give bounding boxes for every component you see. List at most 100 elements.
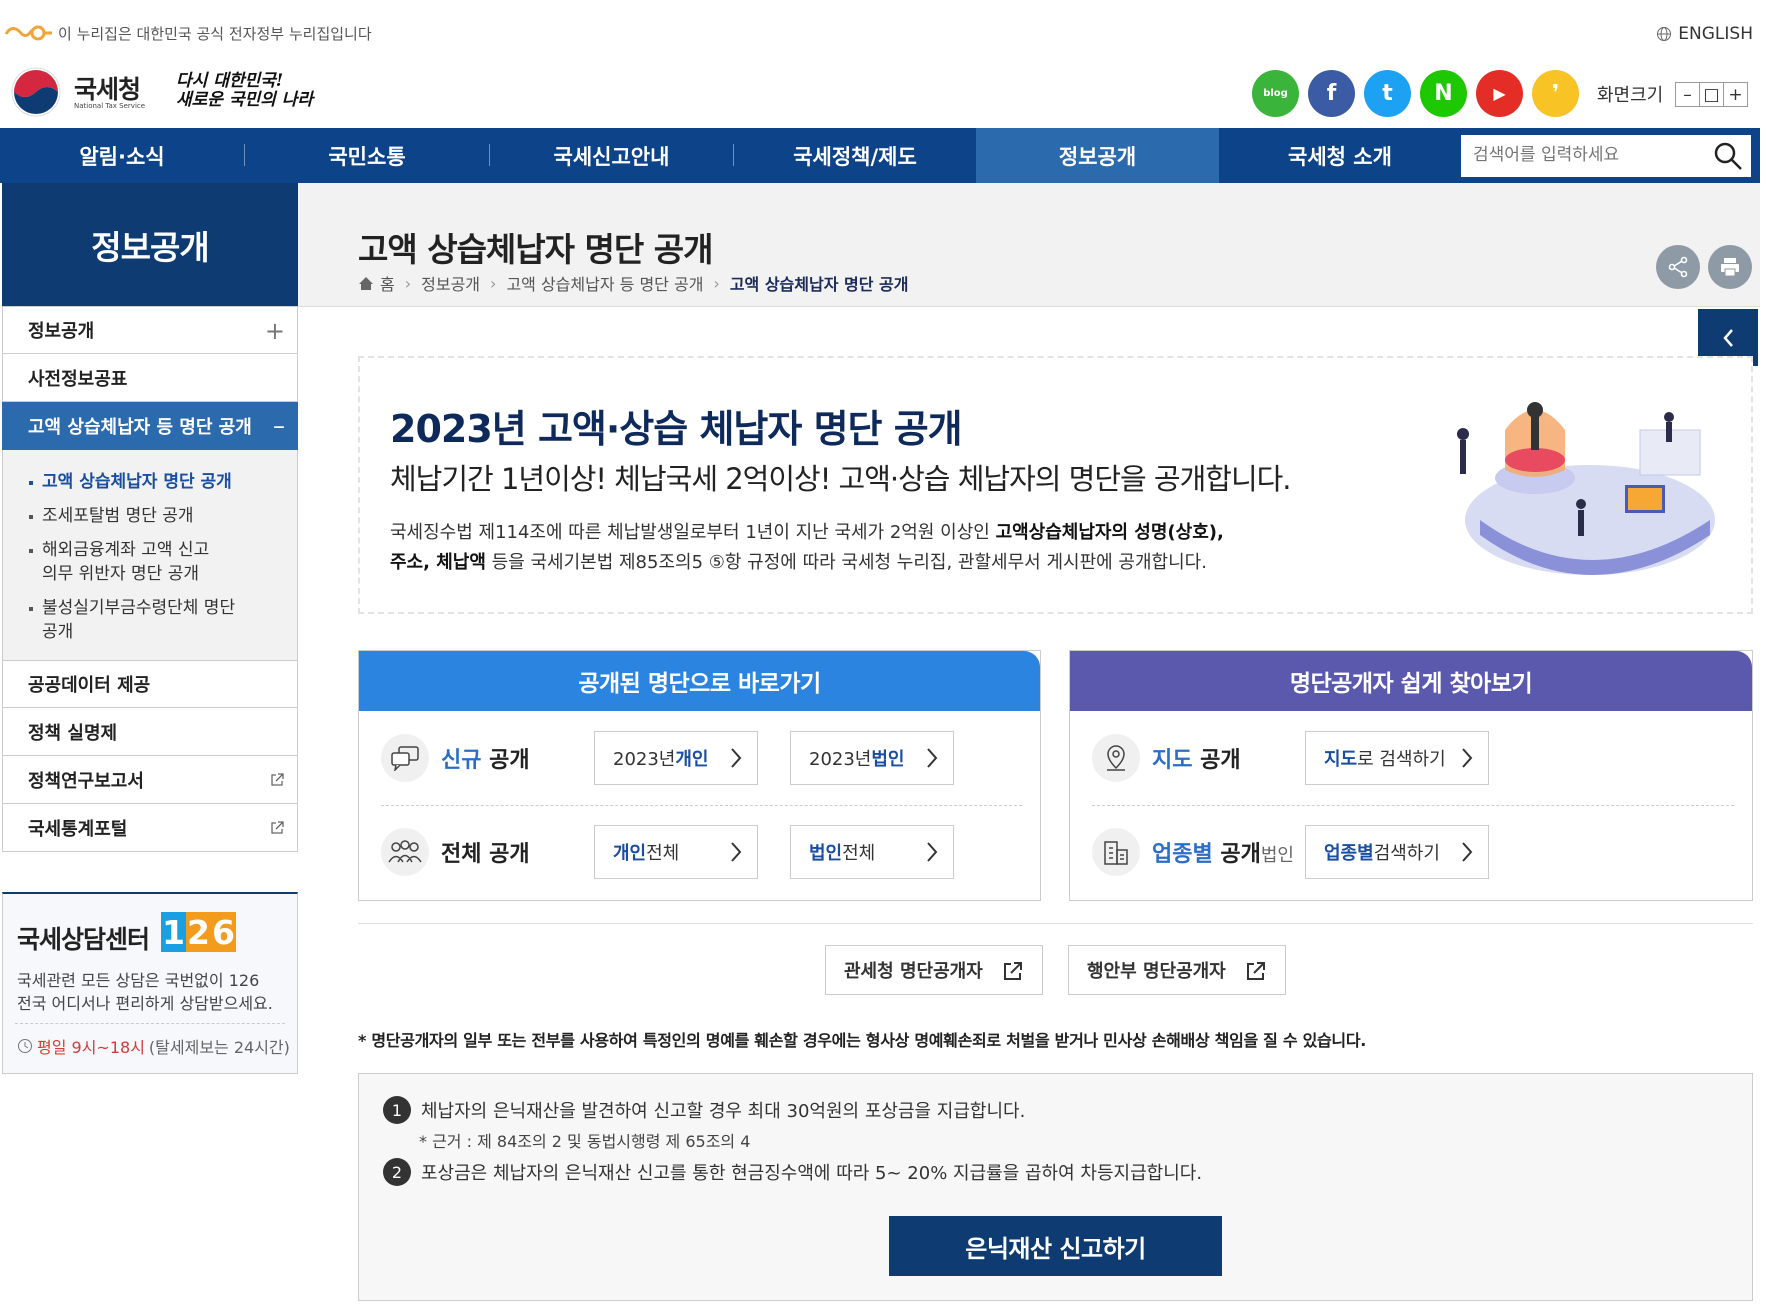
mois-list-link[interactable]: 행안부 명단공개자 <box>1068 945 1286 995</box>
page-title: 고액 상습체납자 명단 공개 <box>358 230 713 269</box>
btn-text: 2023년 <box>809 749 872 770</box>
lnb-item-pre-disclosure[interactable]: 사전정보공표 <box>2 354 298 402</box>
naver-post-icon[interactable]: N <box>1420 70 1467 117</box>
all-individual-button[interactable]: 개인 전체 <box>594 825 758 879</box>
gnb-tax-policy[interactable]: 국세정책/제도 <box>734 128 976 183</box>
page-header: 고액 상습체납자 명단 공개 홈 › 정보공개 › 고액 상습체납자 등 명단 … <box>298 183 1767 307</box>
lnb-item-label: 정책연구보고서 <box>28 770 144 792</box>
lnb-sub-donation-org[interactable]: 불성실기부금수령단체 명단 공개 <box>29 596 297 644</box>
disclosure-banner: 2023년 고액·상습 체납자 명단 공개 체납기간 1년이상! 체납국세 2억… <box>358 356 1753 614</box>
gnb-communication[interactable]: 국민소통 <box>245 128 489 183</box>
gnb-tax-filing[interactable]: 국세신고안내 <box>490 128 733 183</box>
reward-item-2-text: 포상금은 체납자의 은닉재산 신고를 통한 현금징수액에 따라 5~ 20% 지… <box>421 1163 1203 1184</box>
report-hidden-assets-button[interactable]: 은닉재산 신고하기 <box>889 1216 1222 1276</box>
easy-search-header: 명단공개자 쉽게 찾아보기 <box>1070 651 1752 711</box>
number-badge: 2 <box>383 1158 411 1186</box>
reward-box: 1 체납자의 은닉재산을 발견하여 신고할 경우 최대 30억원의 포상금을 지… <box>358 1073 1753 1301</box>
lnb-sub-overseas-account[interactable]: 해외금융계좌 고액 신고 의무 위반자 명단 공개 <box>29 538 297 586</box>
zoom-in-button[interactable]: + <box>1723 82 1748 107</box>
new-individual-button[interactable]: 2023년 개인 <box>594 731 758 785</box>
quick-list-header: 공개된 명단으로 바로가기 <box>359 651 1040 711</box>
youtube-icon[interactable]: ▶ <box>1476 70 1523 117</box>
kakao-story-icon[interactable]: ❜ <box>1532 70 1579 117</box>
print-button[interactable] <box>1708 245 1752 289</box>
lnb-sub-tax-evasion[interactable]: 조세포탈범 명단 공개 <box>29 504 297 528</box>
gnb-about-nts[interactable]: 국세청 소개 <box>1219 128 1461 183</box>
external-link-icon <box>271 821 284 834</box>
banner-subtitle: 체납기간 1년이상! 체납국세 2억이상! 고액·상습 체납자의 명단을 공개합… <box>390 462 1292 496</box>
industry-search-button[interactable]: 업종별 검색하기 <box>1305 825 1489 879</box>
share-icon <box>1668 256 1688 278</box>
number-badge: 1 <box>383 1096 411 1124</box>
lnb-item-label: 공공데이터 제공 <box>28 675 151 696</box>
chevron-right-icon: › <box>404 273 412 293</box>
lnb-item-label: 고액 상습체납자 등 명단 공개 <box>28 416 252 438</box>
breadcrumb-home[interactable]: 홈 <box>380 271 395 295</box>
screen-size-label: 화면크기 <box>1597 85 1664 106</box>
reward-item-1: 1 체납자의 은닉재산을 발견하여 신고할 경우 최대 30억원의 포상금을 지… <box>383 1096 1025 1124</box>
btn-text-bold: 개인 <box>675 749 709 770</box>
blog-icon[interactable]: blog <box>1252 70 1299 117</box>
speech-bubble-icon <box>381 734 429 782</box>
gov-notice: 이 누리집은 대한민국 공식 전자정부 누리집입니다 <box>58 25 372 43</box>
twitter-icon[interactable]: t <box>1364 70 1411 117</box>
nts-logo-icon[interactable] <box>8 64 64 120</box>
map-search-button[interactable]: 지도 로 검색하기 <box>1305 731 1489 785</box>
chevron-right-icon <box>927 748 938 768</box>
counsel-center[interactable]: 국세상담센터 1 2 6 국세관련 모든 상담은 국번없이 126 전국 어디서… <box>2 892 298 1074</box>
alarm-illustration-icon <box>1457 402 1715 575</box>
gnb-notice[interactable]: 알림·소식 <box>0 128 244 183</box>
new-disclosure-label: 신규 공개 <box>441 748 530 773</box>
gov-strip: 이 누리집은 대한민국 공식 전자정부 누리집입니다 ENGLISH <box>0 0 1767 64</box>
all-disclosure-label: 전체 공개 <box>441 842 530 867</box>
home-icon[interactable] <box>358 276 374 291</box>
banner-desc-2a: 주소, 체납액 <box>390 552 486 573</box>
chevron-right-icon: › <box>490 273 497 293</box>
industry-disclosure-label: 업종별 공개법인 <box>1152 842 1294 867</box>
breadcrumb-item[interactable]: 고액 상습체납자 등 명단 공개 <box>506 271 703 295</box>
logo-sub: National Tax Service <box>74 102 146 110</box>
banner-desc-1b: 고액상습체납자의 성명(상호), <box>995 522 1224 543</box>
english-link[interactable]: ENGLISH <box>1656 24 1753 44</box>
lnb-item-info-disclosure[interactable]: 정보공개 + <box>2 306 298 354</box>
chevron-right-icon <box>1462 748 1473 768</box>
search-box <box>1461 135 1751 177</box>
english-label: ENGLISH <box>1678 24 1753 44</box>
zoom-reset-button[interactable]: □ <box>1699 82 1724 107</box>
breadcrumb-item[interactable]: 정보공개 <box>421 271 480 295</box>
facebook-icon[interactable]: f <box>1308 70 1355 117</box>
plus-icon: + <box>264 317 285 345</box>
lnb-item-delinquent-list[interactable]: 고액 상습체납자 등 명단 공개 – <box>2 402 298 450</box>
lnb-sub-delinquent[interactable]: 고액 상습체납자 명단 공개 <box>29 470 297 494</box>
btn-text-bold: 법인 <box>871 749 905 770</box>
globe-icon <box>1657 27 1672 41</box>
slogan-line-1: 다시 대한민국! <box>176 71 284 91</box>
lnb-item-research-report[interactable]: 정책연구보고서 <box>2 756 298 804</box>
counsel-desc-2: 전국 어디서나 편리하게 상담받으세요. <box>17 994 273 1013</box>
customs-list-link[interactable]: 관세청 명단공개자 <box>825 945 1043 995</box>
lnb-item-policy-name[interactable]: 정책 실명제 <box>2 708 298 756</box>
counsel-divider <box>15 1023 285 1024</box>
lnb-item-stats-portal[interactable]: 국세통계포털 <box>2 804 298 852</box>
banner-title: 2023년 고액·상습 체납자 명단 공개 <box>390 407 963 451</box>
btn-text: 2023년 <box>613 749 676 770</box>
screen-size-controls: – □ + <box>1675 82 1748 107</box>
new-corporate-button[interactable]: 2023년 법인 <box>790 731 954 785</box>
zoom-out-button[interactable]: – <box>1675 82 1700 107</box>
search-icon[interactable] <box>1713 141 1743 171</box>
btn-text: 전체 <box>646 843 680 864</box>
section-divider <box>358 923 1753 924</box>
search-input[interactable] <box>1461 135 1691 175</box>
counsel-hours-weekday: 평일 9시~18시 <box>37 1038 145 1057</box>
gnb-info-disclosure[interactable]: 정보공개 <box>976 128 1219 183</box>
all-disclosure-row: 전체 공개 <box>381 817 530 887</box>
share-button[interactable] <box>1656 245 1700 289</box>
counsel-hours-rest: (탈세제보는 24시간) <box>148 1038 290 1057</box>
map-disclosure-label: 지도 공개 <box>1152 748 1241 773</box>
lnb-item-public-data[interactable]: 공공데이터 제공 <box>2 660 298 708</box>
minus-icon: – <box>273 412 285 440</box>
banner-desc: 국세징수법 제114조에 따른 체납발생일로부터 1년이 지난 국세가 2억원 … <box>390 518 1224 578</box>
digit-2: 2 <box>186 912 211 952</box>
all-corporate-button[interactable]: 법인 전체 <box>790 825 954 879</box>
counsel-hours: 평일 9시~18시 (탈세제보는 24시간) <box>17 1034 290 1058</box>
